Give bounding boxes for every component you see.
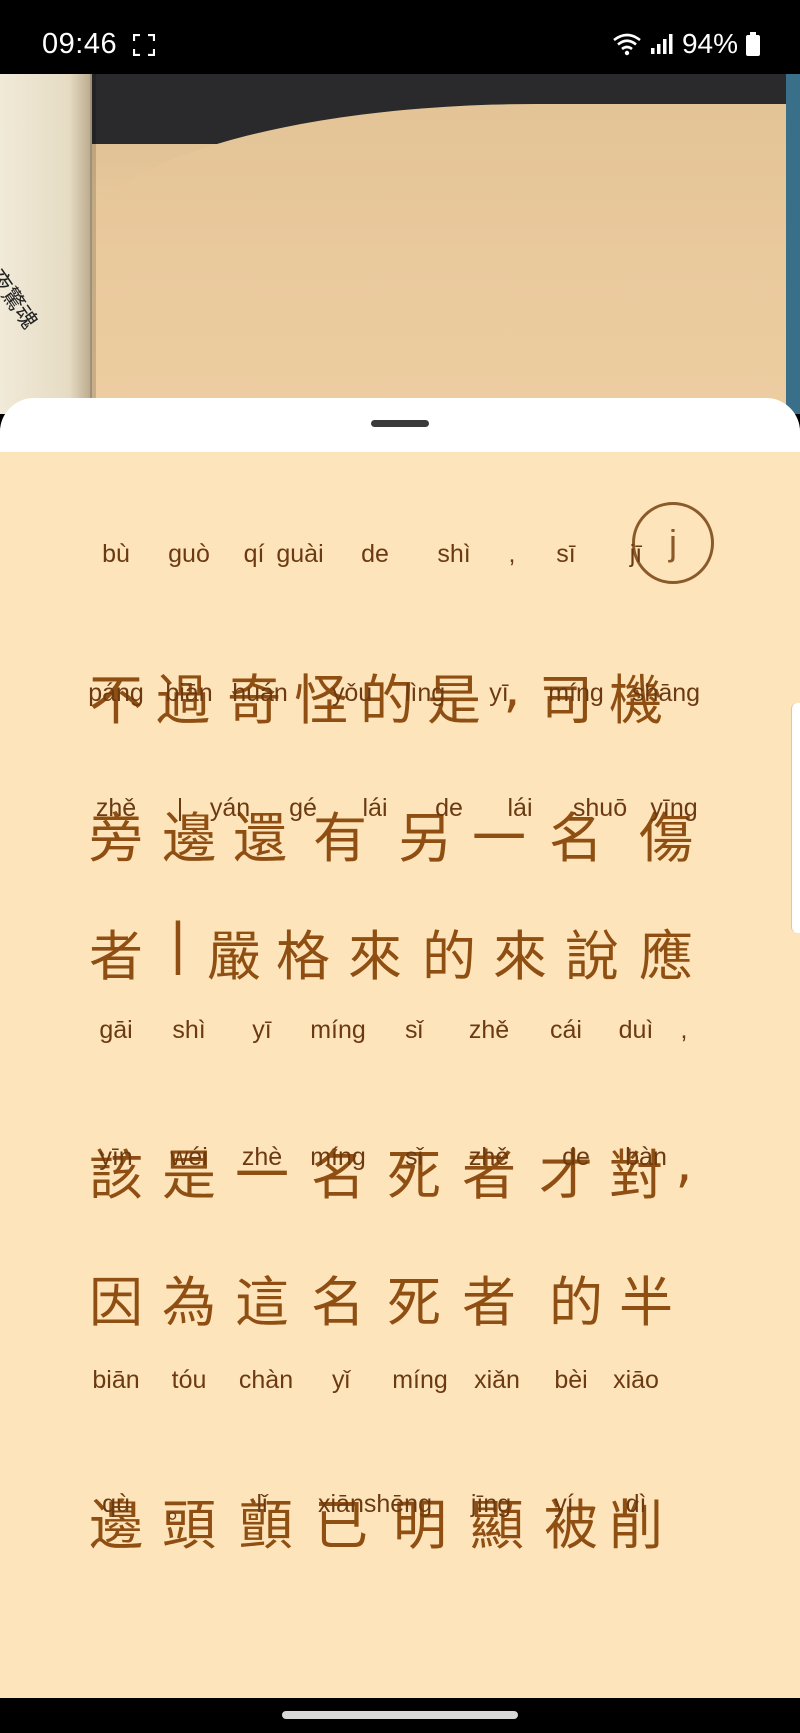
hanzi-char: , <box>675 1131 693 1194</box>
pinyin-syllable: sǐ <box>404 1143 424 1171</box>
pinyin-syllable: zhè <box>241 1143 283 1171</box>
pinyin-syllable: tóu <box>171 1366 207 1394</box>
book-spine <box>0 74 92 414</box>
pinyin-syllable: míng <box>310 1143 366 1171</box>
hanzi-char: 者 <box>89 925 143 988</box>
pinyin-syllable: míng <box>392 1366 448 1394</box>
pinyin-syllable: bèi <box>554 1366 588 1394</box>
pinyin-syllable: míng <box>310 1016 366 1044</box>
pinyin-syllable: shāng <box>631 679 701 707</box>
j-button-label: j <box>669 522 677 563</box>
battery-icon <box>746 32 760 56</box>
pinyin-syllable: huán <box>232 679 288 707</box>
pinyin-syllable: shì <box>172 1016 206 1044</box>
hanzi-char: 死 <box>387 1271 441 1334</box>
pinyin-syllable: gé <box>289 794 317 822</box>
hanzi-char: 嚴 <box>207 925 261 988</box>
pinyin-syllable: jī <box>629 540 643 568</box>
pinyin-syllable: duì <box>618 1016 654 1044</box>
pinyin-syllable: qí <box>243 540 265 568</box>
pinyin-syllable: yí <box>554 1490 574 1518</box>
status-right-group: 94% <box>612 28 760 60</box>
hanzi-char: 這 <box>235 1271 289 1334</box>
pinyin-syllable: lái <box>507 794 533 822</box>
scroll-indicator[interactable] <box>791 703 800 933</box>
wifi-icon <box>613 33 641 56</box>
pinyin-syllable: sī <box>556 540 576 568</box>
status-time: 09:46 <box>42 28 118 60</box>
navigation-bar <box>0 1700 800 1733</box>
bottom-sheet: j bù guò qí guài de shì , sī jī 不 過 奇 怪 … <box>0 398 800 1698</box>
pinyin-syllable: biān <box>92 1366 140 1394</box>
pinyin-syllable: xiāo <box>613 1366 659 1394</box>
pinyin-syllable: páng <box>88 679 144 707</box>
pinyin-syllable: | <box>176 794 184 822</box>
pinyin-syllable: wéi <box>170 1143 208 1171</box>
status-bar: 09:46 94% <box>0 0 800 74</box>
hanzi-char: 說 <box>565 925 619 988</box>
battery-percent: 94% <box>681 28 738 59</box>
hanzi-char: 的 <box>422 925 476 988</box>
pinyin-syllable: , <box>680 1016 688 1044</box>
screenshot-icon <box>133 34 155 56</box>
hanzi-char: 來 <box>493 925 547 988</box>
pinyin-syllable: chàn <box>238 1366 294 1394</box>
pinyin-syllable: lái <box>362 794 388 822</box>
pinyin-syllable: xiǎn <box>474 1366 520 1394</box>
photo-right-edge <box>786 74 800 414</box>
hanzi-char: 邊 <box>162 807 216 870</box>
pinyin-syllable: míng <box>548 679 604 707</box>
pinyin-syllable: yǐ <box>331 1366 351 1394</box>
pinyin-syllable: biān <box>165 679 213 707</box>
drag-handle[interactable] <box>371 420 429 427</box>
hanzi-char: 來 <box>348 925 402 988</box>
pinyin-syllable: guò <box>168 540 210 568</box>
pinyin-syllable: , <box>508 540 516 568</box>
pinyin-syllable: yīn <box>99 1143 133 1171</box>
hanzi-char: 格 <box>276 925 330 988</box>
pinyin-syllable: zhě <box>95 794 137 822</box>
pinyin-syllable: jīng <box>470 1490 512 1518</box>
pinyin-syllable: dì <box>625 1490 647 1518</box>
hanzi-char: 的 <box>549 1271 603 1334</box>
pinyin-syllable: shuō <box>572 794 628 822</box>
signal-icon <box>650 34 673 54</box>
pinyin-syllable: de <box>361 540 389 568</box>
pinyin-syllable: bàn <box>625 1143 667 1171</box>
pinyin-syllable: cái <box>550 1016 582 1044</box>
pinyin-syllable: yīng <box>650 794 698 822</box>
pinyin-syllable: sǐ <box>404 1016 424 1044</box>
pinyin-syllable: bù <box>102 540 130 568</box>
hanzi-char: 為 <box>162 1271 216 1334</box>
hanzi-char: | <box>168 912 188 975</box>
pinyin-syllable: shì <box>437 540 471 568</box>
pinyin-syllable: zhě <box>468 1016 510 1044</box>
pinyin-syllable: de <box>435 794 463 822</box>
pinyin-syllable: yī <box>489 679 509 707</box>
pinyin-syllable: yī <box>252 1016 272 1044</box>
hanzi-char: 有 <box>313 807 367 870</box>
pinyin-syllable: qù <box>102 1490 130 1518</box>
j-button[interactable]: j <box>632 502 714 584</box>
pinyin-syllable: lǐ <box>256 1490 268 1518</box>
pinyin-syllable: yán <box>209 794 251 822</box>
pinyin-syllable: lìng <box>404 679 446 707</box>
pinyin-syllable: zhě <box>468 1143 510 1171</box>
pinyin-syllable: de <box>562 1143 590 1171</box>
hanzi-char: 半 <box>619 1271 673 1334</box>
hanzi-char: 者 <box>462 1271 516 1334</box>
hanzi-char: 因 <box>89 1271 143 1334</box>
spine-shadow <box>90 74 96 414</box>
pinyin-syllable: 。 <box>167 1496 193 1524</box>
hanzi-char: 應 <box>639 925 693 988</box>
pinyin-syllable: gāi <box>99 1016 133 1044</box>
home-gesture-handle[interactable] <box>282 1711 518 1719</box>
camera-preview: 午夜驚魂 <box>0 74 800 414</box>
pinyin-syllable: xiānshēng <box>318 1490 432 1518</box>
hanzi-char: 名 <box>311 1271 365 1334</box>
pinyin-syllable: guài <box>276 540 324 568</box>
pinyin-syllable: yǒu <box>331 679 373 707</box>
